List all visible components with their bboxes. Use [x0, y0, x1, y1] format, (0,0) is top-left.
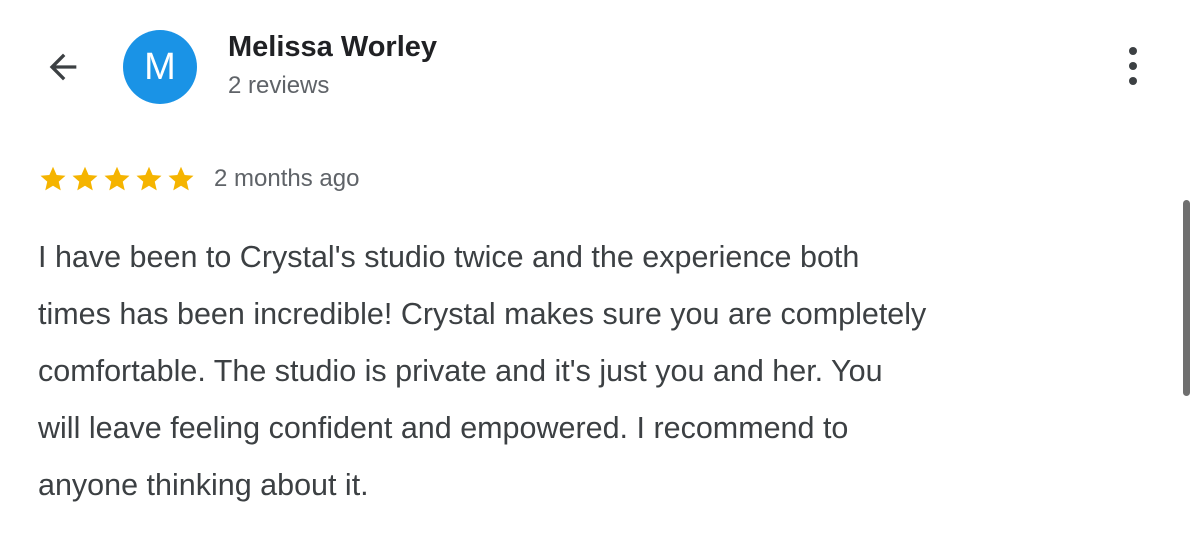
- star-icon: [104, 166, 130, 191]
- review-text-line: comfortable. The studio is private and i…: [38, 354, 883, 388]
- back-button[interactable]: [38, 44, 88, 90]
- review-text-line: I have been to Crystal's studio twice an…: [38, 240, 860, 274]
- star-icon: [136, 166, 162, 191]
- arrow-back-icon: [49, 53, 77, 81]
- more-vert-icon: [1129, 47, 1137, 55]
- avatar-letter: M: [144, 46, 176, 88]
- star-icon: [72, 166, 98, 191]
- reviewer-name[interactable]: Melissa Worley: [228, 31, 437, 64]
- review-text-line: anyone thinking about it.: [38, 468, 369, 502]
- review-text-line: will leave feeling confident and empower…: [38, 411, 849, 445]
- more-options-button[interactable]: [1115, 42, 1151, 90]
- review-date: 2 months ago: [214, 165, 360, 192]
- star-icon: [168, 166, 194, 191]
- review-count: 2 reviews: [228, 72, 330, 99]
- scrollbar[interactable]: [1183, 200, 1190, 396]
- more-vert-icon-dot: [1129, 77, 1137, 85]
- review-text-line: times has been incredible! Crystal makes…: [38, 297, 927, 331]
- star-rating: [38, 164, 196, 194]
- rating-row: 2 months ago: [38, 162, 359, 196]
- more-vert-icon-dot: [1129, 62, 1137, 70]
- avatar[interactable]: M: [123, 30, 197, 104]
- review-text: I have been to Crystal's studio twice an…: [38, 229, 1158, 514]
- star-icon: [40, 166, 66, 191]
